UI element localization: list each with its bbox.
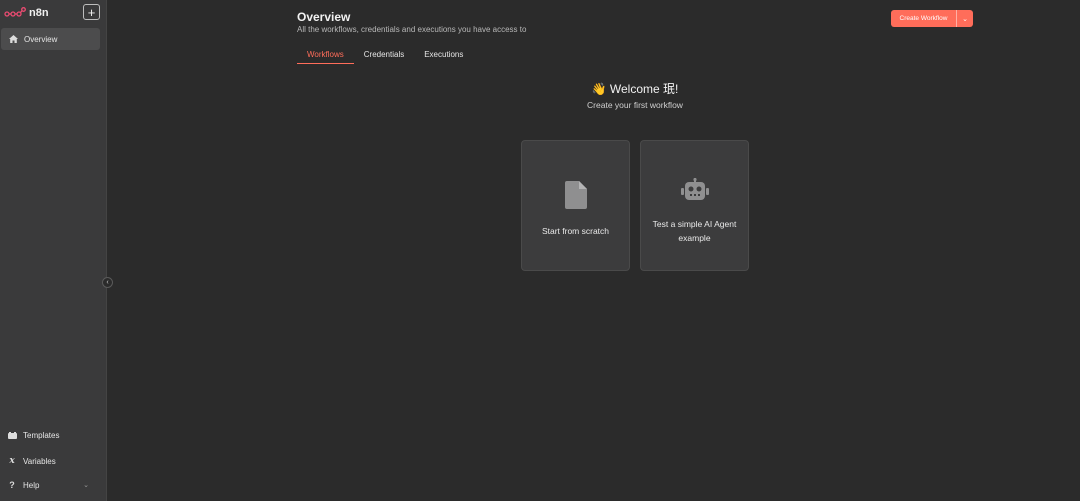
create-workflow-button-group: Create Workflow ⌄ (891, 10, 973, 27)
sidebar-item-label: Help (23, 480, 40, 490)
add-button[interactable]: + (83, 4, 100, 20)
chevron-down-icon: ⌄ (962, 15, 968, 23)
sidebar-item-variables[interactable]: x Variables (7, 456, 99, 466)
robot-icon (680, 177, 709, 207)
templates-icon (7, 432, 17, 439)
tab-credentials[interactable]: Credentials (354, 48, 414, 64)
variables-icon: x (9, 456, 15, 466)
welcome-heading: 👋 Welcome 珉! (591, 82, 679, 96)
tabs: Workflows Credentials Executions (297, 48, 473, 65)
n8n-logo-icon (4, 7, 26, 17)
page-title: Overview (297, 10, 351, 24)
welcome-subtitle: Create your first workflow (587, 100, 683, 110)
tab-executions[interactable]: Executions (414, 48, 473, 64)
sidebar: n8n + Overview ‹ Templates x Variables ?… (0, 0, 113, 501)
sidebar-item-label: Overview (24, 34, 58, 44)
ai-agent-example-card[interactable]: Test a simple AI Agent example (640, 140, 749, 271)
create-workflow-button[interactable]: Create Workflow (891, 10, 956, 27)
sidebar-item-overview[interactable]: Overview (1, 28, 100, 50)
help-icon: ? (9, 480, 15, 490)
sidebar-item-help[interactable]: ? Help ⌄ (7, 480, 99, 490)
start-from-scratch-card[interactable]: Start from scratch (521, 140, 630, 271)
card-label: Test a simple AI Agent example (652, 219, 737, 243)
home-icon (8, 35, 18, 43)
collapse-sidebar-button[interactable]: ‹ (102, 277, 113, 288)
page-subtitle: All the workflows, credentials and execu… (297, 25, 527, 34)
sidebar-item-label: Variables (23, 456, 56, 466)
brand[interactable]: n8n (4, 4, 49, 22)
tab-workflows[interactable]: Workflows (297, 48, 354, 64)
chevron-left-icon: ‹ (106, 279, 109, 286)
sidebar-item-label: Templates (23, 431, 60, 440)
file-icon (564, 181, 587, 214)
card-label: Start from scratch (541, 226, 610, 236)
sidebar-item-templates[interactable]: Templates (7, 431, 99, 440)
create-workflow-dropdown-button[interactable]: ⌄ (956, 10, 973, 27)
brand-name: n8n (29, 7, 49, 19)
chevron-down-icon: ⌄ (83, 482, 89, 489)
